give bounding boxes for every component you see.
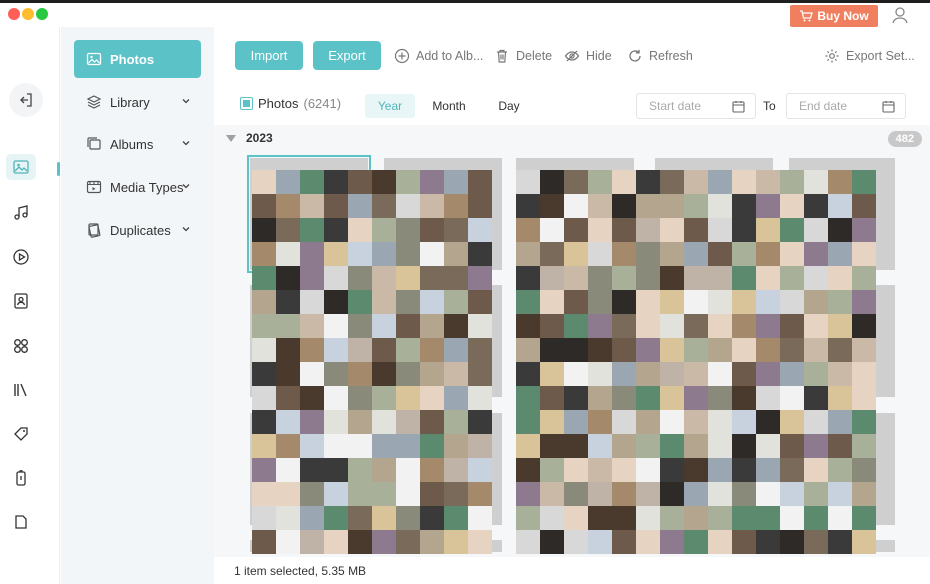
photo-gallery: 2023 482: [214, 125, 930, 557]
zoom-window-button[interactable]: [36, 8, 48, 20]
export-settings-label: Export Set...: [846, 49, 915, 63]
file-icon: [15, 515, 27, 529]
refresh-button[interactable]: Refresh: [627, 45, 693, 67]
sidebar-item-label: Photos: [110, 51, 155, 67]
import-label: Import: [250, 48, 288, 63]
chevron-down-icon[interactable]: [181, 138, 191, 148]
books-icon: [14, 383, 27, 397]
tab-day[interactable]: Day: [484, 94, 534, 118]
rail-video[interactable]: [6, 244, 36, 270]
export-button[interactable]: Export: [313, 41, 381, 70]
year-label: 2023: [246, 131, 273, 145]
tab-month-label: Month: [432, 99, 466, 113]
sidebar-item-albums[interactable]: Albums: [74, 125, 201, 163]
user-icon[interactable]: [890, 5, 910, 25]
minimize-window-button[interactable]: [22, 8, 34, 20]
collapse-triangle-icon[interactable]: [226, 134, 236, 142]
sidebar-item-label: Media Types: [110, 179, 184, 195]
photos-select-all[interactable]: Photos (6241): [240, 96, 341, 111]
rail-books[interactable]: [6, 377, 36, 403]
to-label: To: [763, 99, 776, 113]
import-button[interactable]: Import: [235, 41, 303, 70]
sidebar-item-library[interactable]: Library: [74, 83, 201, 121]
rail-music[interactable]: [6, 200, 36, 226]
sidebar-item-media-types[interactable]: Media Types: [74, 168, 201, 206]
rail-files[interactable]: [6, 509, 36, 535]
refresh-label: Refresh: [649, 49, 693, 63]
rail-active-marker: [57, 162, 60, 176]
chevron-down-icon[interactable]: [181, 224, 191, 234]
status-bar: 1 item selected, 5.35 MB: [214, 557, 930, 584]
hide-label: Hide: [586, 49, 612, 63]
rail-apps[interactable]: [6, 333, 36, 359]
refresh-icon: [629, 49, 641, 62]
start-date-placeholder: Start date: [649, 99, 702, 113]
select-all-checkbox[interactable]: [240, 97, 253, 110]
year-count-badge: 482: [887, 131, 922, 147]
cart-icon: [800, 10, 814, 22]
media-icon: [86, 180, 102, 194]
tab-month[interactable]: Month: [424, 94, 474, 118]
sidebar-item-label: Library: [110, 94, 150, 110]
buy-now-label: Buy Now: [817, 9, 869, 23]
buy-now-button[interactable]: Buy Now: [790, 5, 878, 27]
chevron-down-icon[interactable]: [181, 181, 191, 191]
pixelated-overlay: [252, 170, 876, 554]
tab-day-label: Day: [498, 99, 520, 113]
end-date-placeholder: End date: [799, 99, 848, 113]
export-label: Export: [328, 48, 366, 63]
battery-icon: [16, 470, 26, 486]
rail-photos[interactable]: [6, 154, 36, 180]
sidebar-item-label: Albums: [110, 136, 154, 152]
plus-circle-icon: [394, 48, 410, 64]
toolbar: Import Export Add to Alb... Delete Hide: [214, 27, 930, 87]
delete-label: Delete: [516, 49, 553, 63]
chevron-down-icon[interactable]: [181, 96, 191, 106]
photos-count: (6241): [303, 96, 342, 111]
duplicates-icon: [88, 223, 101, 238]
back-button[interactable]: [9, 83, 43, 117]
photo-icon: [86, 52, 102, 66]
tab-year[interactable]: Year: [365, 94, 415, 118]
main-panel: Import Export Add to Alb... Delete Hide: [214, 27, 930, 584]
music-icon: [14, 205, 28, 220]
gear-icon: [825, 49, 839, 63]
category-sidebar: Photos Library Albums Media Types Duplic…: [61, 27, 214, 584]
contacts-icon: [14, 293, 28, 309]
filter-bar: Photos (6241) Year Month Day Start date T…: [214, 87, 930, 125]
add-to-album-label: Add to Alb...: [416, 49, 484, 63]
video-icon: [13, 249, 29, 265]
end-date-field[interactable]: End date: [786, 93, 906, 119]
year-group-header[interactable]: 2023: [226, 131, 273, 145]
sidebar-item-label: Duplicates: [110, 222, 171, 238]
device-rail: [0, 27, 60, 584]
eye-hidden-icon: [564, 50, 580, 62]
calendar-icon: [882, 101, 895, 113]
selection-status: 1 item selected, 5.35 MB: [234, 563, 367, 578]
photos-icon: [13, 160, 29, 174]
photos-label: Photos: [258, 96, 299, 111]
tag-icon: [14, 427, 28, 441]
sidebar-item-photos[interactable]: Photos: [74, 40, 201, 78]
back-icon: [20, 93, 32, 107]
export-settings-button[interactable]: Export Set...: [824, 45, 915, 67]
start-date-field[interactable]: Start date: [636, 93, 756, 119]
add-to-album-button[interactable]: Add to Alb...: [394, 45, 483, 67]
close-window-button[interactable]: [8, 8, 20, 20]
sidebar-item-duplicates[interactable]: Duplicates: [74, 211, 201, 249]
delete-button[interactable]: Delete: [494, 45, 552, 67]
title-bar: Buy Now: [0, 3, 930, 27]
calendar-icon: [732, 101, 745, 113]
rail-battery[interactable]: [6, 465, 36, 491]
rail-contacts[interactable]: [6, 288, 36, 314]
tab-year-label: Year: [377, 99, 403, 113]
hide-button[interactable]: Hide: [564, 45, 612, 67]
apps-icon: [14, 339, 28, 353]
albums-icon: [87, 137, 101, 150]
rail-tags[interactable]: [6, 421, 36, 447]
trash-icon: [497, 49, 507, 63]
layers-icon: [86, 95, 102, 109]
